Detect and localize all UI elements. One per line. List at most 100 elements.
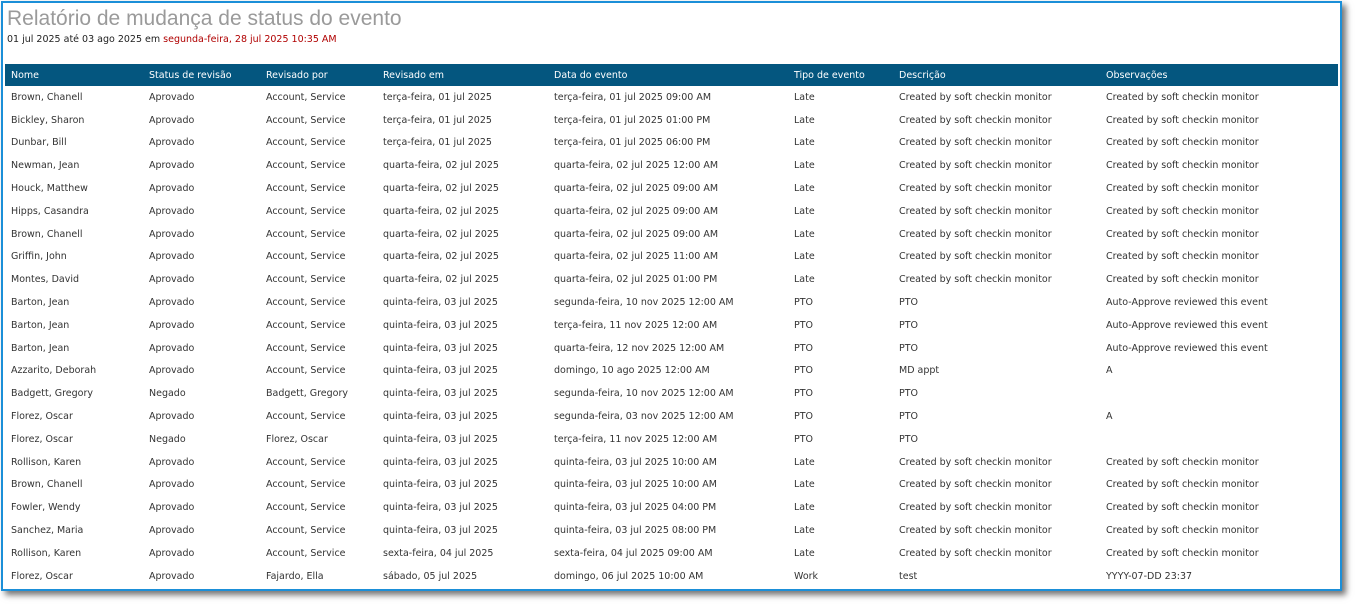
report-title: Relatório de mudança de status do evento <box>7 7 402 30</box>
table-row[interactable]: Barton, Jean Aprovado Account, Service quin… <box>5 314 1338 337</box>
cell-revisado-em: quinta-feira, 03 jul 2025 <box>383 342 498 354</box>
cell-tipo-evento: Late <box>794 137 815 149</box>
cell-tipo-evento: Late <box>794 274 815 286</box>
cell-data-evento: quinta-feira, 03 jul 2025 10:00 AM <box>554 479 717 491</box>
cell-observacoes: Created by soft checkin monitor <box>1106 114 1259 126</box>
cell-observacoes: Auto-Approve reviewed this event <box>1106 319 1268 331</box>
table-row[interactable]: Brown, Chanell Aprovado Account, Service te… <box>5 86 1338 109</box>
cell-tipo-evento: Late <box>794 91 815 103</box>
table-row[interactable]: Brown, Chanell Aprovado Account, Service qu… <box>5 474 1338 497</box>
cell-data-evento: quarta-feira, 02 jul 2025 09:00 AM <box>554 228 719 240</box>
cell-nome: Hipps, Casandra <box>11 205 89 217</box>
cell-descricao: Created by soft checkin monitor <box>899 205 1052 217</box>
cell-data-evento: terça-feira, 11 nov 2025 12:00 AM <box>554 433 718 445</box>
table-row[interactable]: Bickley, Sharon Aprovado Account, Service t… <box>5 109 1338 132</box>
cell-revisado-por: Account, Service <box>266 114 346 126</box>
cell-tipo-evento: Late <box>794 547 815 559</box>
cell-nome: Newman, Jean <box>11 160 80 172</box>
cell-data-evento: terça-feira, 01 jul 2025 01:00 PM <box>554 114 711 126</box>
cell-observacoes: Created by soft checkin monitor <box>1106 205 1259 217</box>
cell-descricao: Created by soft checkin monitor <box>899 228 1052 240</box>
table-row[interactable]: Fowler, Wendy Aprovado Account, Service qui… <box>5 496 1338 519</box>
table-row[interactable]: Rollison, Karen Aprovado Account, Service q… <box>5 451 1338 474</box>
column-header-observacoes[interactable]: Observações <box>1100 64 1338 86</box>
cell-data-evento: domingo, 06 jul 2025 10:00 AM <box>554 570 704 582</box>
cell-revisado-em: quinta-feira, 03 jul 2025 <box>383 319 498 331</box>
column-header-revisado-por[interactable]: Revisado por <box>260 64 377 86</box>
cell-data-evento: quarta-feira, 02 jul 2025 12:00 AM <box>554 160 719 172</box>
cell-nome: Brown, Chanell <box>11 228 83 240</box>
cell-revisado-em: terça-feira, 01 jul 2025 <box>383 137 492 149</box>
table-row[interactable]: Montes, David Aprovado Account, Service qua… <box>5 268 1338 291</box>
cell-revisado-por: Account, Service <box>266 547 346 559</box>
cell-observacoes: Created by soft checkin monitor <box>1106 228 1259 240</box>
column-header-descricao[interactable]: Descrição <box>893 64 1100 86</box>
table-row[interactable]: Newman, Jean Aprovado Account, Service quar… <box>5 154 1338 177</box>
cell-data-evento: quinta-feira, 03 jul 2025 04:00 PM <box>554 502 717 514</box>
cell-status-revisao: Aprovado <box>149 228 195 240</box>
cell-revisado-em: quinta-feira, 03 jul 2025 <box>383 411 498 423</box>
table-body: Brown, Chanell Aprovado Account, Service te… <box>5 86 1338 588</box>
table-row[interactable]: Dunbar, Bill Aprovado Account, Service terç… <box>5 132 1338 155</box>
column-header-tipo-evento[interactable]: Tipo de evento <box>788 64 893 86</box>
table-row[interactable]: Houck, Matthew Aprovado Account, Service qu… <box>5 177 1338 200</box>
cell-descricao: MD appt <box>899 365 940 377</box>
column-header-data-evento[interactable]: Data do evento <box>548 64 788 86</box>
table-row[interactable]: Florez, Oscar Aprovado Account, Service qui… <box>5 405 1338 428</box>
cell-revisado-em: quinta-feira, 03 jul 2025 <box>383 433 498 445</box>
cell-revisado-por: Account, Service <box>266 137 346 149</box>
report-date-range: 01 jul 2025 até 03 ago 2025 em <box>7 34 161 45</box>
cell-status-revisao: Aprovado <box>149 160 195 172</box>
cell-status-revisao: Aprovado <box>149 114 195 126</box>
table-row[interactable]: Badgett, Gregory Negado Badgett, Gregory qu… <box>5 382 1338 405</box>
cell-data-evento: terça-feira, 01 jul 2025 09:00 AM <box>554 91 712 103</box>
table-row[interactable]: Florez, Oscar Aprovado Fajardo, Ella sábado… <box>5 565 1338 588</box>
table-row[interactable]: Hipps, Casandra Aprovado Account, Service q… <box>5 200 1338 223</box>
cell-revisado-por: Account, Service <box>266 525 346 537</box>
column-header-nome[interactable]: Nome <box>5 64 143 86</box>
cell-status-revisao: Aprovado <box>149 525 195 537</box>
cell-nome: Rollison, Karen <box>11 456 82 468</box>
cell-data-evento: quarta-feira, 02 jul 2025 09:00 AM <box>554 183 719 195</box>
table-row[interactable]: Florez, Oscar Negado Florez, Oscar quinta-f… <box>5 428 1338 451</box>
table-row[interactable]: Sanchez, Maria Aprovado Account, Service qu… <box>5 519 1338 542</box>
cell-nome: Florez, Oscar <box>11 433 73 445</box>
cell-data-evento: terça-feira, 01 jul 2025 06:00 PM <box>554 137 711 149</box>
cell-descricao: PTO <box>899 342 919 354</box>
cell-revisado-em: quinta-feira, 03 jul 2025 <box>383 502 498 514</box>
cell-observacoes: Created by soft checkin monitor <box>1106 479 1259 491</box>
cell-nome: Azzarito, Deborah <box>11 365 97 377</box>
cell-revisado-por: Account, Service <box>266 91 346 103</box>
cell-descricao: Created by soft checkin monitor <box>899 502 1052 514</box>
cell-descricao: Created by soft checkin monitor <box>899 183 1052 195</box>
cell-observacoes: Created by soft checkin monitor <box>1106 91 1259 103</box>
table-row[interactable]: Barton, Jean Aprovado Account, Service quin… <box>5 337 1338 360</box>
cell-tipo-evento: Late <box>794 228 815 240</box>
column-header-revisado-em[interactable]: Revisado em <box>377 64 548 86</box>
table-row[interactable]: Brown, Chanell Aprovado Account, Service qu… <box>5 223 1338 246</box>
cell-revisado-por: Fajardo, Ella <box>266 570 324 582</box>
table-row[interactable]: Azzarito, Deborah Aprovado Account, Servic… <box>5 360 1338 383</box>
column-header-status-revisao[interactable]: Status de revisão <box>143 64 260 86</box>
cell-revisado-por: Account, Service <box>266 319 346 331</box>
cell-revisado-por: Account, Service <box>266 183 346 195</box>
cell-revisado-em: terça-feira, 01 jul 2025 <box>383 91 492 103</box>
cell-nome: Bickley, Sharon <box>11 114 85 126</box>
cell-observacoes <box>1100 428 1338 451</box>
cell-data-evento: quarta-feira, 02 jul 2025 11:00 AM <box>554 251 719 263</box>
cell-descricao: PTO <box>899 433 919 445</box>
cell-tipo-evento: Late <box>794 251 815 263</box>
table-header-row: Nome Status de revisão Revisado por Revi… <box>5 64 1338 86</box>
cell-status-revisao: Aprovado <box>149 91 195 103</box>
cell-revisado-em: quarta-feira, 02 jul 2025 <box>383 160 499 172</box>
cell-revisado-em: quinta-feira, 03 jul 2025 <box>383 456 498 468</box>
table-row[interactable]: Griffin, John Aprovado Account, Service qua… <box>5 246 1338 269</box>
table-row[interactable]: Barton, Jean Aprovado Account, Service quin… <box>5 291 1338 314</box>
cell-descricao: Created by soft checkin monitor <box>899 137 1052 149</box>
table-row[interactable]: Rollison, Karen Aprovado Account, Service s… <box>5 542 1338 565</box>
cell-status-revisao: Negado <box>149 433 186 445</box>
cell-nome: Dunbar, Bill <box>11 137 67 149</box>
cell-data-evento: terça-feira, 11 nov 2025 12:00 AM <box>554 319 718 331</box>
cell-revisado-por: Account, Service <box>266 502 346 514</box>
cell-revisado-por: Account, Service <box>266 251 346 263</box>
